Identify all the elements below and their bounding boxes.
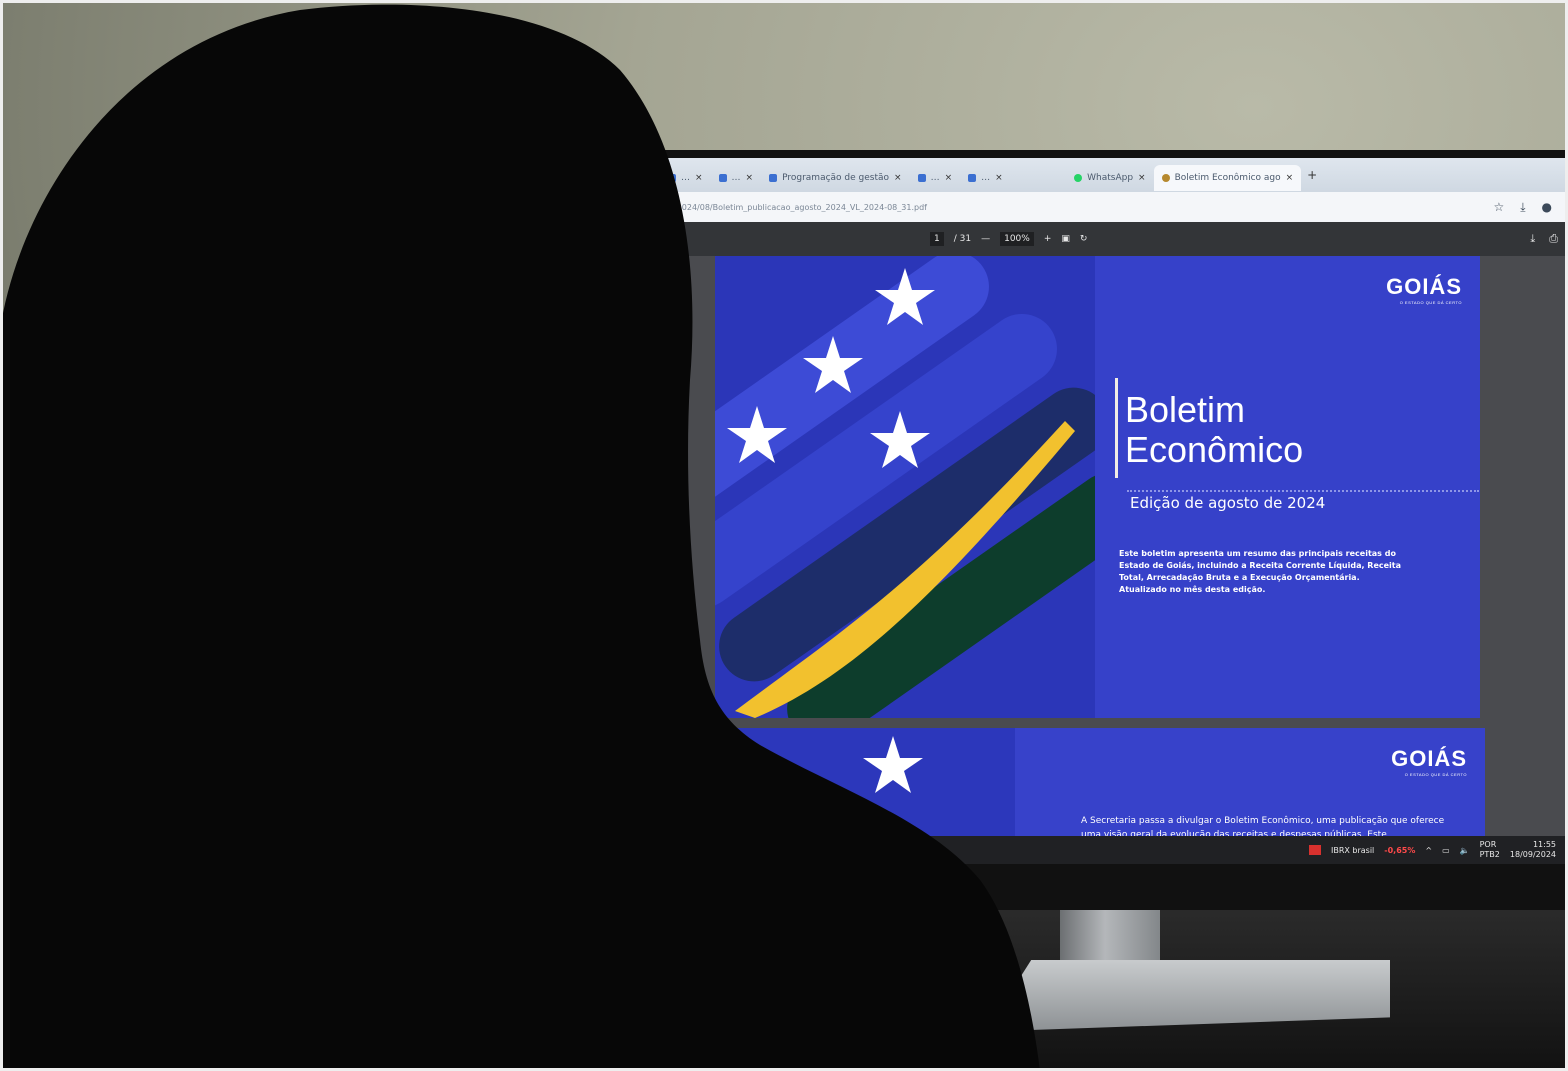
pdf-toolbar: 1 / 31 — 100% + ▣ ↻ ⤓ ⎙ [660, 222, 1568, 256]
edition-subtitle: Edição de agosto de 2024 [1130, 494, 1326, 512]
page-number-input[interactable]: 1 [930, 232, 944, 246]
close-tab-icon[interactable]: × [1286, 173, 1294, 183]
whatsapp-icon [1074, 174, 1083, 182]
pdf-viewer[interactable]: GOIÁS O ESTADO QUE DÁ CERTO Boletim Econô… [660, 256, 1568, 848]
browser-tab[interactable]: … × [910, 165, 961, 191]
url-field[interactable]: …/2024/08/Boletim_publicacao_agosto_2024… [666, 203, 1493, 212]
close-tab-icon[interactable]: × [894, 173, 902, 183]
pdf-page-2: GOIÁS O ESTADO QUE DÁ CERTO A Secretaria … [715, 728, 1485, 848]
flag-stripes-graphic [715, 256, 1095, 718]
description-text: Este boletim apresenta um resumo das pri… [1119, 549, 1402, 594]
volume-icon[interactable]: 🔈 [1460, 846, 1470, 855]
browser-tab[interactable]: … × [711, 165, 762, 191]
ticker-change: -0,65% [1384, 845, 1416, 855]
zoom-level-input[interactable]: 100% [1000, 232, 1034, 246]
close-tab-icon[interactable]: × [995, 173, 1003, 183]
browser-tab[interactable]: WhatsApp × [1066, 165, 1153, 191]
close-tab-icon[interactable]: × [746, 173, 754, 183]
stock-ticker-icon [1308, 845, 1321, 855]
close-tab-icon[interactable]: × [945, 173, 953, 183]
tab-favicon-icon [769, 174, 778, 182]
tab-favicon-icon [1161, 174, 1170, 182]
taskbar: IBRX brasil -0,65% ^ ▭ 🔈 POR PTB2 11:55 18… [660, 836, 1568, 864]
zoom-in-button[interactable]: + [1044, 234, 1052, 244]
rotate-icon[interactable]: ↻ [1080, 234, 1088, 244]
clock[interactable]: 11:55 18/09/2024 [1510, 840, 1556, 860]
monitor-screen: … × … × Programação de gestão × … × … × Whats… [660, 158, 1568, 864]
download-icon[interactable]: ⤓ [1520, 200, 1525, 215]
browser-tab[interactable]: … × [660, 165, 711, 191]
close-tab-icon[interactable]: × [695, 173, 703, 183]
new-tab-button[interactable]: + [1307, 168, 1317, 182]
tab-favicon-icon [968, 174, 977, 182]
pdf-page-1: GOIÁS O ESTADO QUE DÁ CERTO Boletim Econô… [715, 256, 1480, 718]
browser-tab-strip: … × … × Programação de gestão × … × … × Whats… [660, 158, 1568, 192]
page-title: Boletim Econômico [1125, 389, 1304, 470]
goias-logo: GOIÁS O ESTADO QUE DÁ CERTO [1386, 274, 1462, 305]
print-icon[interactable]: ⎙ [1549, 232, 1558, 246]
browser-tab[interactable]: Programação de gestão × [761, 165, 909, 191]
flag-stripes-graphic [715, 728, 1015, 848]
monitor-stand-neck [1060, 900, 1160, 970]
language-indicator[interactable]: POR PTB2 [1480, 840, 1500, 860]
goias-logo: GOIÁS O ESTADO QUE DÁ CERTO [1391, 746, 1467, 777]
browser-tab-active[interactable]: Boletim Econômico ago × [1153, 165, 1302, 191]
page-total: / 31 [953, 234, 972, 244]
browser-tab[interactable]: … × [960, 165, 1066, 191]
zoom-out-button[interactable]: — [981, 234, 990, 244]
title-divider [1115, 378, 1118, 478]
star-icon[interactable]: ☆ [1493, 200, 1504, 214]
dotted-divider [1127, 490, 1479, 492]
network-icon[interactable]: ▭ [1442, 846, 1450, 855]
tab-favicon-icon [718, 174, 727, 182]
fit-page-icon[interactable]: ▣ [1061, 234, 1070, 244]
download-icon[interactable]: ⤓ [1530, 232, 1535, 246]
tray-chevron-icon[interactable]: ^ [1425, 846, 1432, 855]
tab-favicon-icon [668, 174, 676, 182]
profile-icon[interactable]: ● [1542, 200, 1552, 214]
address-bar: …/2024/08/Boletim_publicacao_agosto_2024… [660, 192, 1568, 222]
ticker-name[interactable]: IBRX brasil [1331, 846, 1374, 855]
tab-favicon-icon [917, 174, 926, 182]
close-tab-icon[interactable]: × [1138, 173, 1146, 183]
